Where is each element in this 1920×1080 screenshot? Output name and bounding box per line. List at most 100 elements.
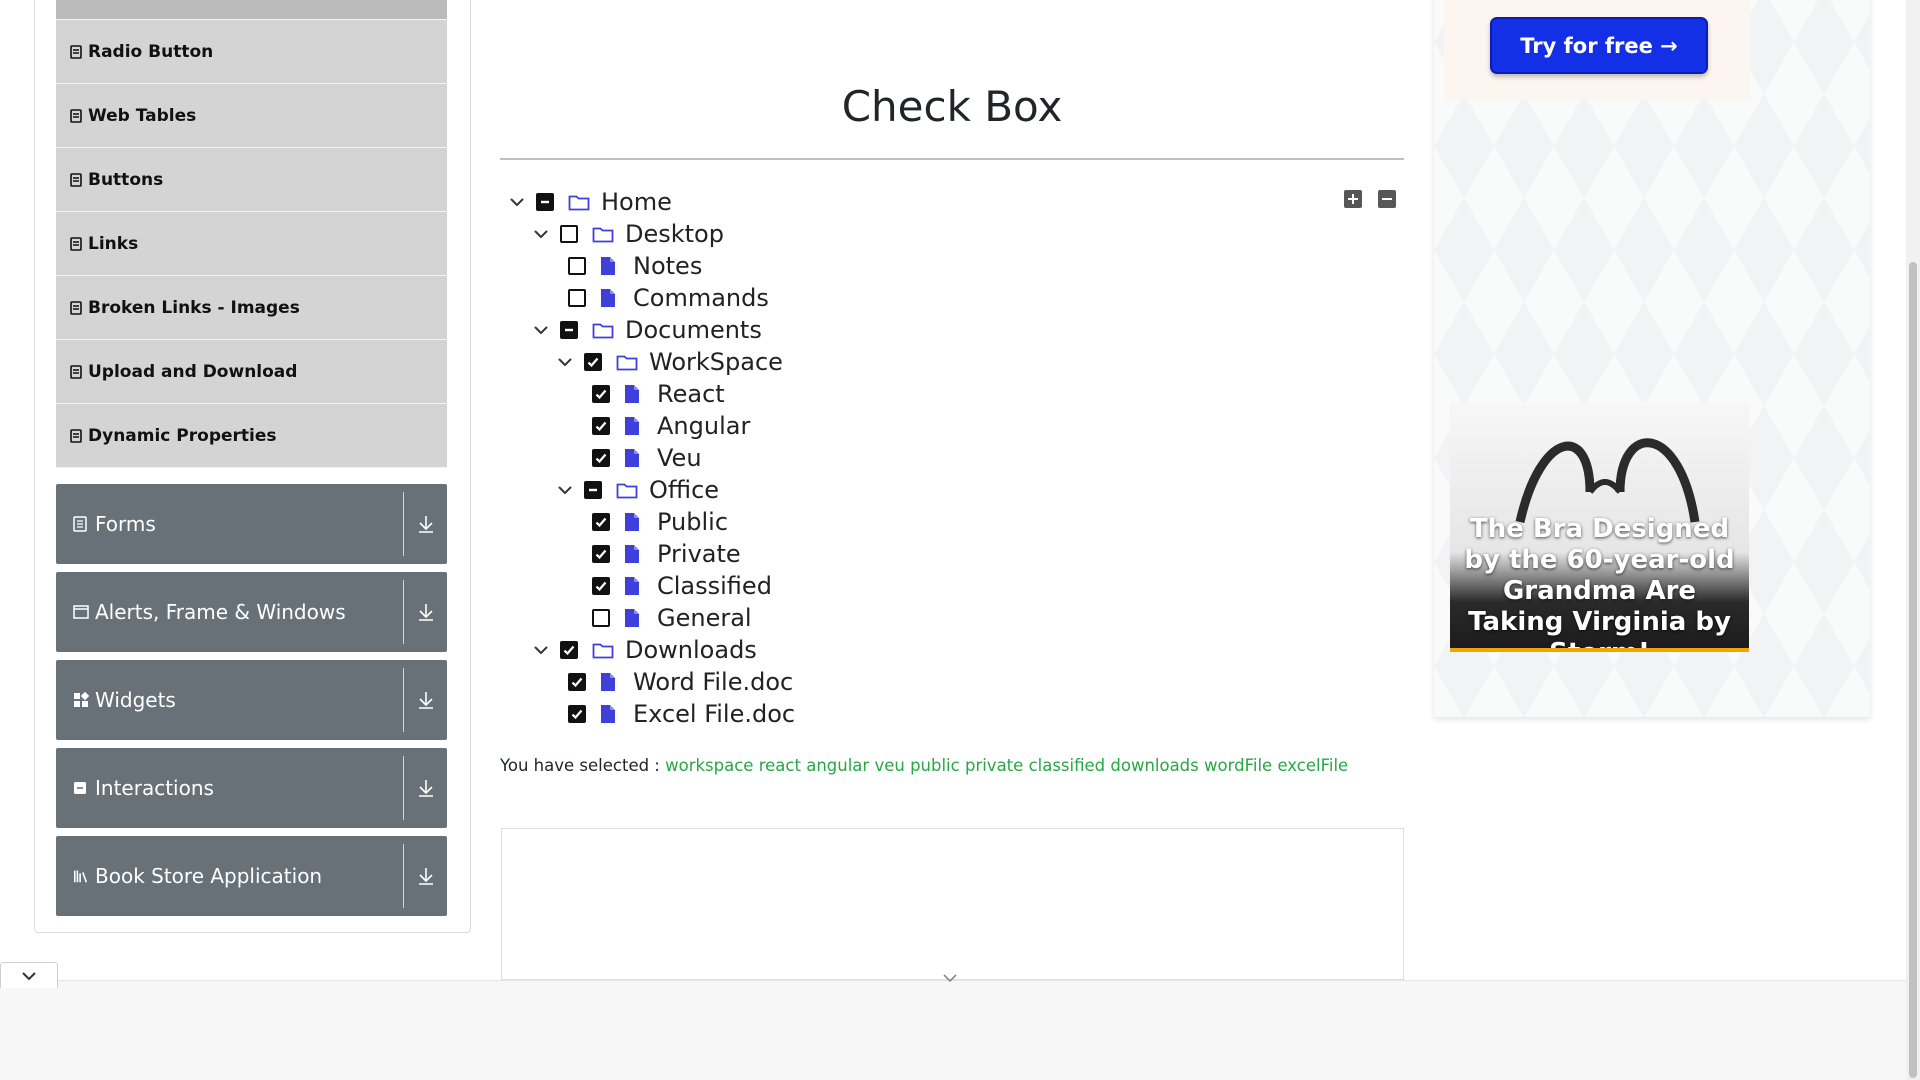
tree-node[interactable]: Office xyxy=(554,474,719,506)
file-icon xyxy=(624,384,646,404)
menu-group-label: Book Store Application xyxy=(95,864,323,888)
tree-node[interactable]: Private xyxy=(592,538,741,570)
menu-group[interactable]: Book Store Application xyxy=(56,836,447,916)
menu-group[interactable]: Forms xyxy=(56,484,447,564)
folder-icon xyxy=(592,320,614,340)
file-icon xyxy=(624,512,646,532)
tree-node-label: Word File.doc xyxy=(633,668,794,696)
tree-checkbox[interactable] xyxy=(568,257,586,275)
bookmark-icon xyxy=(70,172,82,187)
tree-checkbox[interactable] xyxy=(584,481,602,499)
tree-node-label: Notes xyxy=(633,252,703,280)
tree-checkbox[interactable] xyxy=(560,321,578,339)
elements-submenu: Radio Button Web Tables Buttons Links Broken… xyxy=(56,0,447,468)
tree-checkbox[interactable] xyxy=(560,641,578,659)
download-icon[interactable] xyxy=(415,776,437,800)
tree-checkbox[interactable] xyxy=(592,385,610,403)
tree-node[interactable]: Public xyxy=(592,506,728,538)
tree-checkbox[interactable] xyxy=(592,577,610,595)
file-icon xyxy=(624,608,646,628)
result-prefix: You have selected : xyxy=(500,756,660,775)
download-icon[interactable] xyxy=(415,512,437,536)
file-icon xyxy=(624,576,646,596)
expand-all-button[interactable] xyxy=(1344,190,1362,208)
tree-node[interactable]: WorkSpace xyxy=(554,346,783,378)
expand-toggle-icon[interactable] xyxy=(554,351,576,373)
tree-node[interactable]: Angular xyxy=(592,410,750,442)
tree-node[interactable]: Word File.doc xyxy=(568,666,793,698)
collapse-toggle[interactable] xyxy=(0,962,58,988)
file-icon xyxy=(600,256,622,276)
expand-toggle-icon[interactable] xyxy=(530,223,552,245)
selected-item: downloads xyxy=(1110,756,1199,775)
collapse-all-button[interactable] xyxy=(1378,190,1396,208)
submenu-item[interactable]: Web Tables xyxy=(56,84,447,148)
menu-group[interactable]: Interactions xyxy=(56,748,447,828)
submenu-item[interactable]: Buttons xyxy=(56,148,447,212)
tree-node[interactable]: Classified xyxy=(592,570,772,602)
expand-toggle-icon[interactable] xyxy=(506,191,528,213)
tree-checkbox[interactable] xyxy=(584,353,602,371)
tree-checkbox[interactable] xyxy=(560,225,578,243)
tree-node-label: WorkSpace xyxy=(649,348,783,376)
download-icon[interactable] xyxy=(415,600,437,624)
tree-node[interactable]: General xyxy=(592,602,752,634)
chevron-down-icon[interactable] xyxy=(941,972,959,984)
tree-node-label: Commands xyxy=(633,284,769,312)
group-separator xyxy=(403,492,404,556)
selected-item: veu xyxy=(874,756,905,775)
tree-node[interactable]: React xyxy=(592,378,725,410)
menu-group-label: Interactions xyxy=(95,776,214,800)
tree-checkbox[interactable] xyxy=(568,705,586,723)
file-icon xyxy=(600,672,622,692)
try-for-free-button[interactable]: Try for free → xyxy=(1490,17,1708,74)
tree-checkbox[interactable] xyxy=(592,545,610,563)
tree-node[interactable]: Excel File.doc xyxy=(568,698,795,730)
tree-checkbox[interactable] xyxy=(592,513,610,531)
download-icon[interactable] xyxy=(415,688,437,712)
submenu-item[interactable]: Upload and Download xyxy=(56,340,447,404)
tree-checkbox[interactable] xyxy=(568,673,586,691)
tree-checkbox[interactable] xyxy=(568,289,586,307)
ad-accent-bar xyxy=(1450,648,1749,652)
ad-slot-bottom xyxy=(501,828,1404,980)
expand-toggle-icon[interactable] xyxy=(530,319,552,341)
tree-node[interactable]: Documents xyxy=(530,314,762,346)
folder-icon xyxy=(592,224,614,244)
tree-node-label: Excel File.doc xyxy=(633,700,796,728)
submenu-item[interactable]: Radio Button xyxy=(56,20,447,84)
submenu-item[interactable]: Dynamic Properties xyxy=(56,404,447,468)
download-icon[interactable] xyxy=(415,864,437,888)
tree-node[interactable]: Downloads xyxy=(522,632,757,666)
tree-checkbox[interactable] xyxy=(592,449,610,467)
file-icon xyxy=(624,544,646,564)
ad-card[interactable]: The Bra Designed by the 60-year-old Gran… xyxy=(1450,402,1749,652)
page-scrollbar[interactable] xyxy=(1906,0,1920,1080)
menu-group[interactable]: Alerts, Frame & Windows xyxy=(56,572,447,652)
tree-node-label: Classified xyxy=(657,572,772,600)
expand-toggle-icon[interactable] xyxy=(554,479,576,501)
tree-node[interactable]: Home xyxy=(506,186,672,218)
scrollbar-thumb[interactable] xyxy=(1909,262,1917,1078)
tree-checkbox[interactable] xyxy=(592,417,610,435)
menu-group[interactable]: Widgets xyxy=(56,660,447,740)
submenu-item[interactable]: Broken Links - Images xyxy=(56,276,447,340)
tree-checkbox[interactable] xyxy=(536,193,554,211)
tree-node[interactable]: Commands xyxy=(568,282,769,314)
tree-node[interactable]: Notes xyxy=(568,250,702,282)
selected-item: public xyxy=(910,756,960,775)
submenu-item[interactable]: Links xyxy=(56,212,447,276)
tree-node-label: Downloads xyxy=(625,636,757,664)
tree-tools xyxy=(1344,190,1396,208)
tree-node[interactable]: Veu xyxy=(592,442,702,474)
selected-item: wordFile xyxy=(1204,756,1273,775)
submenu-item-partial[interactable] xyxy=(56,0,447,20)
tree-node-label: React xyxy=(657,380,725,408)
file-icon xyxy=(624,448,646,468)
group-separator xyxy=(403,668,404,732)
tree-checkbox[interactable] xyxy=(592,609,610,627)
tree-node[interactable]: Desktop xyxy=(530,218,724,250)
submenu-item-label: Broken Links - Images xyxy=(88,297,300,318)
bookmark-icon xyxy=(70,44,82,59)
expand-toggle-icon[interactable] xyxy=(530,639,552,661)
